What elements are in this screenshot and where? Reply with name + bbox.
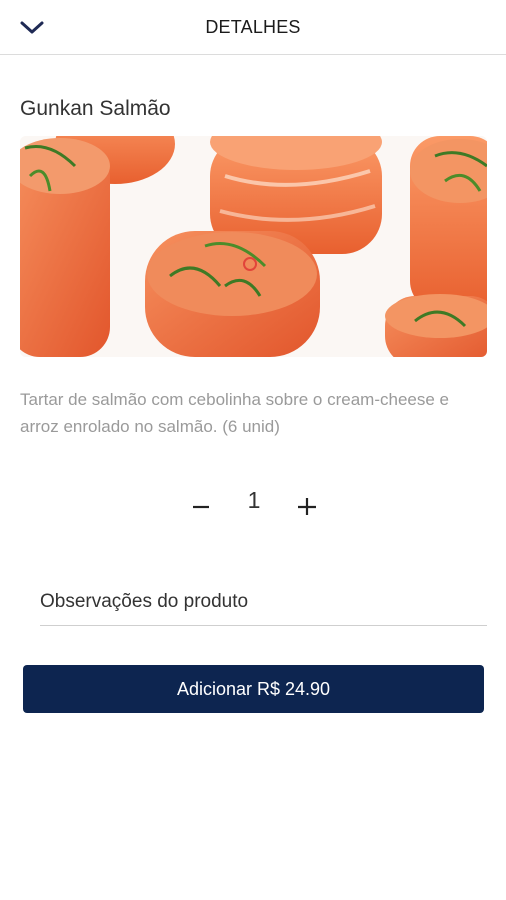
product-notes-input[interactable]: [40, 578, 487, 625]
quantity-value: 1: [247, 487, 261, 513]
notes-field-wrapper: [40, 578, 487, 626]
top-bar: DETALHES: [0, 0, 506, 55]
add-to-cart-button[interactable]: Adicionar R$ 24.90: [23, 665, 484, 713]
increase-quantity-button[interactable]: [290, 488, 324, 522]
minus-icon: [193, 505, 209, 509]
page-title: DETALHES: [205, 17, 301, 37]
product-name: Gunkan Salmão: [20, 97, 171, 120]
product-image: [20, 136, 487, 357]
sushi-photo: [20, 136, 487, 357]
plus-icon: [298, 498, 316, 515]
quantity-stepper: 1: [0, 484, 506, 528]
product-description: Tartar de salmão com cebolinha sobre o c…: [20, 390, 449, 436]
decrease-quantity-button[interactable]: [184, 488, 218, 522]
